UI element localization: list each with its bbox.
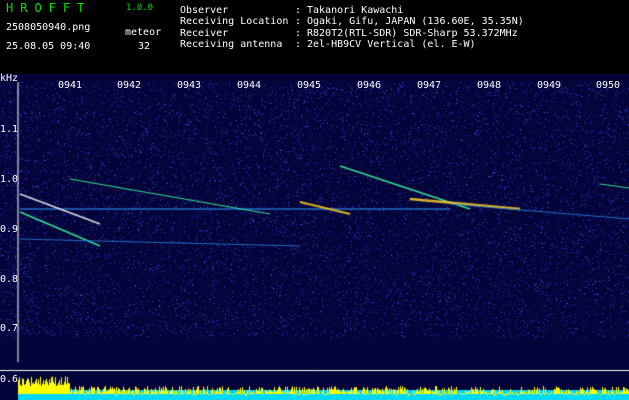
- spectrogram: [0, 74, 629, 400]
- time-tick-label: 0947: [417, 80, 442, 91]
- info-value: Ogaki, Gifu, JAPAN (136.60E, 35.35N): [307, 16, 524, 27]
- freq-tick-label: 0.8: [0, 274, 19, 285]
- time-tick-label: 0945: [297, 80, 322, 91]
- info-antenna: Receiving antenna:2el-HB9CV Vertical (el…: [180, 39, 476, 50]
- time-tick-label: 0946: [357, 80, 382, 91]
- freq-tick-label: 1.0: [0, 174, 19, 185]
- freq-tick-label: 0.7: [0, 323, 19, 334]
- freq-tick-label: 0.9: [0, 224, 19, 235]
- info-observer: Observer: Takanori Kawachi: [180, 5, 404, 16]
- time-tick-label: 0943: [177, 80, 202, 91]
- info-key: Receiving antenna: [180, 39, 283, 50]
- time-tick-label: 0948: [477, 80, 502, 91]
- info-location: Receiving Location: Ogaki, Gifu, JAPAN (1…: [180, 16, 524, 27]
- freq-tick-label: 0.6: [0, 374, 19, 385]
- info-key: Receiving Location: [180, 16, 289, 27]
- time-tick-label: 0942: [117, 80, 142, 91]
- info-receiver: Receiver: R820T2(RTL-SDR) SDR-Sharp 53.37…: [180, 28, 518, 39]
- time-tick-label: 0944: [237, 80, 262, 91]
- freq-tick-label: 1.1: [0, 124, 19, 135]
- info-key: Observer: [180, 5, 229, 16]
- info-value: 2el-HB9CV Vertical (el. E-W): [307, 39, 476, 50]
- app-version: 1.0.0: [126, 3, 154, 13]
- date-time: 25.08.05 09:40: [6, 41, 91, 52]
- info-key: Receiver: [180, 28, 229, 39]
- app-brand: HROFFT: [6, 1, 92, 15]
- file-name: 2508050940.png: [6, 22, 91, 33]
- time-tick-label: 0949: [537, 80, 562, 91]
- info-value: Takanori Kawachi: [307, 5, 404, 16]
- time-tick-label: 0950: [596, 80, 621, 91]
- time-tick-label: 0941: [58, 80, 83, 91]
- mode-label: meteor: [125, 27, 162, 38]
- meteor-count: 32: [138, 41, 151, 52]
- info-value: R820T2(RTL-SDR) SDR-Sharp 53.372MHz: [307, 28, 518, 39]
- freq-unit-label: kHz: [0, 73, 19, 84]
